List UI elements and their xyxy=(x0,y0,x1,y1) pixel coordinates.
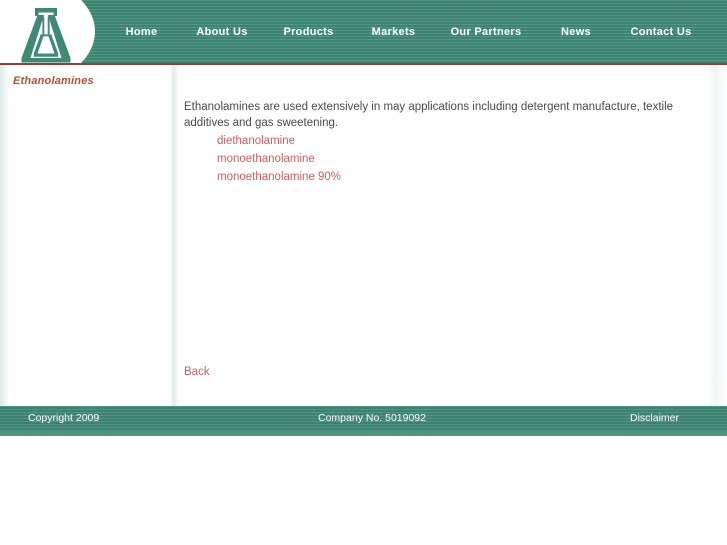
back-link[interactable]: Back xyxy=(184,366,210,378)
nav-cell-about-us: About Us xyxy=(179,0,265,63)
main-content: Ethanolamines are used extensively in ma… xyxy=(179,65,713,406)
page-root: Home About Us Products Markets Our Partn… xyxy=(0,0,727,545)
nav-news[interactable]: News xyxy=(561,26,591,38)
sidebar-section-title: Ethanolamines xyxy=(13,75,94,87)
left-page-edge xyxy=(0,65,9,406)
nav-products[interactable]: Products xyxy=(283,26,333,38)
footer-copyright: Copyright 2009 xyxy=(28,412,100,424)
footer-company-number: Company No. 5019092 xyxy=(318,412,426,424)
page-body: Ethanolamines Ethanolamines are used ext… xyxy=(0,65,727,406)
sidebar: Ethanolamines xyxy=(9,65,170,406)
main-navigation: Home About Us Products Markets Our Partn… xyxy=(104,0,707,63)
nav-markets[interactable]: Markets xyxy=(372,26,416,38)
nav-cell-our-partners: Our Partners xyxy=(435,0,537,63)
footer-bottom-band xyxy=(0,430,727,436)
nav-home[interactable]: Home xyxy=(126,26,158,38)
nav-cell-home: Home xyxy=(104,0,179,63)
product-link-monoethanolamine[interactable]: monoethanolamine xyxy=(217,150,341,168)
nav-contact-us[interactable]: Contact Us xyxy=(630,26,691,38)
site-logo[interactable] xyxy=(0,0,98,63)
nav-cell-products: Products xyxy=(265,0,352,63)
footer-disclaimer-link[interactable]: Disclaimer xyxy=(630,412,679,424)
sidebar-content-divider xyxy=(170,65,179,406)
nav-cell-news: News xyxy=(537,0,615,63)
product-link-diethanolamine[interactable]: diethanolamine xyxy=(217,132,341,150)
nav-about-us[interactable]: About Us xyxy=(196,26,247,38)
product-link-monoethanolamine-90[interactable]: monoethanolamine 90% xyxy=(217,168,341,186)
intro-paragraph: Ethanolamines are used extensively in ma… xyxy=(184,100,674,129)
site-header: Home About Us Products Markets Our Partn… xyxy=(0,0,727,63)
nav-cell-markets: Markets xyxy=(352,0,435,63)
letter-a-monument-logo-icon xyxy=(21,8,71,63)
nav-cell-contact-us: Contact Us xyxy=(615,0,707,63)
nav-our-partners[interactable]: Our Partners xyxy=(451,26,522,38)
right-page-edge xyxy=(708,65,727,406)
product-link-list: diethanolamine monoethanolamine monoetha… xyxy=(217,132,341,186)
site-footer: Copyright 2009 Company No. 5019092 Discl… xyxy=(0,406,727,430)
